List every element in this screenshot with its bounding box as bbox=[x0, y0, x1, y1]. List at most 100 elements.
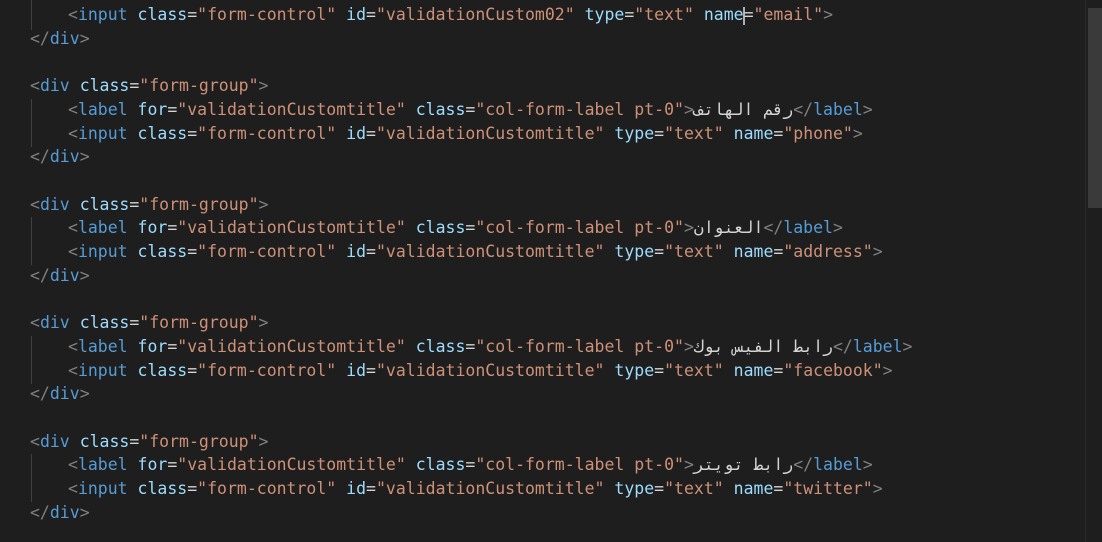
code-token: "email" bbox=[753, 5, 824, 24]
code-line[interactable]: </div> bbox=[30, 264, 90, 288]
code-token: رابط تويتر bbox=[693, 455, 794, 475]
code-token: "form-control" bbox=[197, 479, 337, 498]
code-token: > bbox=[683, 218, 694, 238]
code-token: > bbox=[79, 147, 90, 167]
code-line[interactable]: <input class="form-control" id="validati… bbox=[68, 122, 863, 146]
code-token: "text" bbox=[664, 242, 724, 261]
code-line[interactable]: <input class="form-control" id="validati… bbox=[68, 240, 883, 264]
code-token: > bbox=[862, 99, 873, 119]
code-token: > bbox=[872, 479, 883, 498]
code-token: class bbox=[137, 360, 188, 380]
code-token: "validationCustomtitle" bbox=[177, 455, 406, 475]
code-token: type bbox=[614, 123, 655, 143]
code-line[interactable]: <input class="form-control" id="validati… bbox=[68, 359, 893, 383]
code-token: "form-group" bbox=[139, 194, 259, 214]
code-token: "form-control" bbox=[197, 123, 337, 143]
code-line[interactable]: <div class="form-group"> bbox=[30, 311, 268, 335]
code-token: "text" bbox=[664, 360, 724, 380]
code-line[interactable]: <input class="form-control" id="validati… bbox=[68, 3, 833, 27]
code-token: </ bbox=[30, 147, 50, 167]
code-line[interactable]: </div> bbox=[30, 145, 90, 169]
indent-guide bbox=[31, 454, 32, 502]
code-token: = bbox=[743, 5, 754, 24]
code-token: name bbox=[733, 360, 774, 380]
code-token: input bbox=[77, 5, 128, 24]
code-token: type bbox=[614, 360, 655, 380]
code-token: = bbox=[465, 218, 476, 238]
code-token: = bbox=[465, 99, 476, 119]
code-token: div bbox=[39, 431, 70, 451]
code-token: = bbox=[624, 5, 635, 24]
code-token: class bbox=[137, 5, 188, 24]
code-token: "form-control" bbox=[197, 242, 337, 261]
code-token: div bbox=[39, 76, 70, 96]
code-token: "facebook" bbox=[783, 360, 883, 380]
code-token: label bbox=[77, 99, 128, 119]
code-token: > bbox=[872, 242, 883, 261]
code-token: رقم الهاتف bbox=[693, 99, 794, 119]
code-token: > bbox=[258, 431, 269, 451]
code-token: type bbox=[614, 479, 655, 498]
code-token: < bbox=[68, 455, 78, 475]
code-token: > bbox=[258, 194, 269, 214]
code-token: label bbox=[77, 336, 128, 356]
code-token: div bbox=[39, 313, 70, 333]
code-line[interactable]: <label for="validationCustomtitle" class… bbox=[68, 216, 843, 240]
code-token: "validationCustomtitle" bbox=[177, 218, 406, 238]
vertical-scrollbar[interactable] bbox=[1085, 0, 1102, 542]
code-token: name bbox=[733, 242, 774, 261]
code-token: = bbox=[366, 5, 376, 24]
code-token: = bbox=[129, 313, 140, 333]
code-token: = bbox=[654, 360, 665, 380]
code-token: label bbox=[77, 218, 128, 238]
code-token: = bbox=[654, 123, 665, 143]
code-token: = bbox=[773, 479, 784, 498]
code-token: رابط الفيس بوك bbox=[693, 336, 833, 356]
code-token: </ bbox=[30, 384, 50, 404]
code-token: = bbox=[129, 76, 140, 96]
code-line[interactable]: <label for="validationCustomtitle" class… bbox=[68, 98, 873, 122]
code-token: "col-form-label pt-0" bbox=[475, 99, 684, 119]
code-token: input bbox=[77, 479, 128, 498]
code-token: > bbox=[258, 313, 269, 333]
code-editor[interactable]: <input class="form-control" id="validati… bbox=[0, 0, 1102, 542]
code-line[interactable]: </div> bbox=[30, 27, 90, 51]
code-token: div bbox=[49, 28, 80, 48]
code-line[interactable]: <div class="form-group"> bbox=[30, 430, 268, 454]
code-token: </ bbox=[832, 336, 853, 356]
code-token: for bbox=[137, 455, 168, 475]
code-line[interactable]: <input class="form-control" id="validati… bbox=[68, 477, 883, 501]
code-token: id bbox=[346, 479, 367, 498]
code-token: class bbox=[415, 99, 466, 119]
code-token: = bbox=[773, 360, 784, 380]
code-line[interactable]: <label for="validationCustomtitle" class… bbox=[68, 335, 912, 359]
code-token: "col-form-label pt-0" bbox=[475, 455, 684, 475]
code-line[interactable]: <label for="validationCustomtitle" class… bbox=[68, 453, 873, 477]
code-token: label bbox=[813, 455, 863, 475]
code-line[interactable]: <div class="form-group"> bbox=[30, 74, 268, 98]
code-line[interactable]: </div> bbox=[30, 501, 90, 525]
code-token: = bbox=[187, 5, 198, 24]
scrollbar-thumb[interactable] bbox=[1088, 8, 1102, 208]
code-token: div bbox=[49, 265, 80, 285]
indent-guide bbox=[31, 217, 32, 265]
code-line[interactable]: </div> bbox=[30, 382, 90, 406]
code-line[interactable]: <div class="form-group"> bbox=[30, 193, 268, 217]
code-token: > bbox=[902, 336, 913, 356]
code-token: </ bbox=[793, 99, 814, 119]
code-token: div bbox=[49, 147, 80, 167]
code-token: > bbox=[79, 265, 90, 285]
code-token: "text" bbox=[634, 5, 694, 24]
code-token: = bbox=[167, 336, 178, 356]
